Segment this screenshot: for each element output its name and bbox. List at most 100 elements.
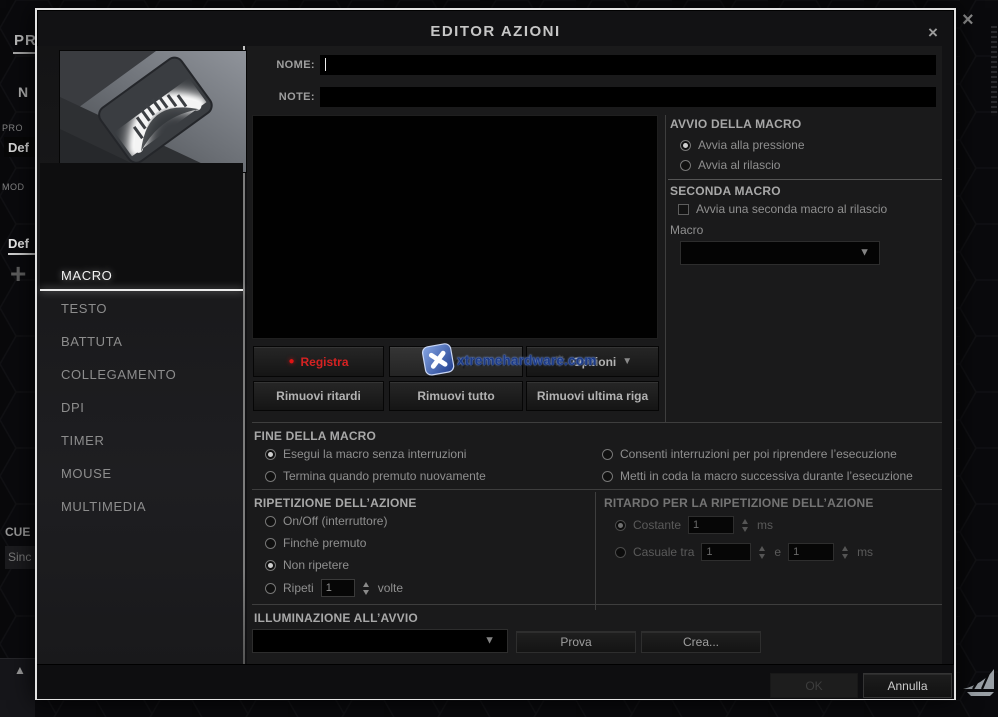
radio-icon bbox=[615, 547, 626, 558]
spinner-down-icon bbox=[363, 590, 369, 595]
chevron-down-icon: ▼ bbox=[859, 248, 870, 259]
app-close-icon[interactable]: × bbox=[962, 10, 974, 30]
radio-label: Consenti interruzioni per poi riprendere… bbox=[620, 447, 897, 461]
sidebar-item-collegamento[interactable]: COLLEGAMENTO bbox=[61, 367, 176, 385]
crea-button[interactable]: Crea... bbox=[641, 631, 761, 653]
registra-button[interactable]: ● Registra bbox=[253, 346, 384, 377]
radio-icon bbox=[602, 449, 613, 460]
edge-texture bbox=[991, 26, 997, 116]
radio-option-esegui-senza-interruzioni[interactable]: Esegui la macro senza interruzioni bbox=[265, 447, 466, 461]
background-mode-label: MOD bbox=[2, 182, 25, 192]
radio-label: Ripeti bbox=[283, 581, 314, 595]
radio-option-avvia-rilascio[interactable]: Avvia al rilascio bbox=[680, 158, 780, 172]
radio-icon bbox=[615, 520, 626, 531]
spinner-up-icon bbox=[842, 546, 848, 551]
background-new-label: N bbox=[18, 84, 28, 100]
radio-option-non-ripetere[interactable]: Non ripetere bbox=[265, 558, 349, 572]
spinner-down-icon bbox=[842, 554, 848, 559]
second-macro-title: SECONDA MACRO bbox=[670, 184, 781, 198]
checkbox-option-second-macro[interactable]: Avvia una seconda macro al rilascio bbox=[678, 202, 887, 216]
spinner-down-icon bbox=[742, 527, 748, 532]
radio-label: Costante bbox=[633, 518, 681, 532]
selected-menu-underline bbox=[40, 289, 243, 291]
radio-icon bbox=[265, 449, 276, 460]
rimuovi-tutto-button[interactable]: Rimuovi tutto bbox=[389, 381, 523, 411]
ms-label: ms bbox=[757, 518, 773, 532]
casuale-max-input: 1 bbox=[788, 543, 834, 561]
sidebar-item-dpi[interactable]: DPI bbox=[61, 400, 84, 418]
radio-icon bbox=[680, 140, 691, 151]
background-mode-value: Def bbox=[8, 236, 29, 251]
section-divider bbox=[252, 422, 942, 423]
spinner-up-icon bbox=[363, 582, 369, 587]
spinner-arrows[interactable] bbox=[362, 581, 371, 596]
background-profile-value: Def bbox=[8, 140, 29, 155]
app-window: PR N PRO Def MOD Def + CUE Sinc ▲ × EDIT… bbox=[0, 0, 998, 717]
rimuovi-ritardi-button[interactable]: Rimuovi ritardi bbox=[253, 381, 384, 411]
sidebar-item-mouse[interactable]: MOUSE bbox=[61, 466, 112, 484]
button-label: Crea... bbox=[683, 635, 719, 649]
radio-option-casuale: Casuale tra 1 e 1 ms bbox=[615, 543, 873, 561]
editor-azioni-dialog: EDITOR AZIONI × NOME: NOTE: bbox=[35, 8, 956, 700]
checkbox-label: Avvia una seconda macro al rilascio bbox=[696, 202, 887, 216]
sidebar-item-timer[interactable]: TIMER bbox=[61, 433, 104, 451]
ripeti-count-input[interactable]: 1 bbox=[321, 579, 355, 597]
e-label: e bbox=[774, 545, 781, 559]
background-profiles-tab[interactable]: PR bbox=[14, 32, 37, 49]
radio-label: Avvia alla pressione bbox=[698, 138, 805, 152]
spinner-arrows bbox=[758, 545, 767, 560]
radio-option-finche-premuto[interactable]: Finchè premuto bbox=[265, 536, 366, 550]
radio-option-consenti-interruzioni[interactable]: Consenti interruzioni per poi riprendere… bbox=[602, 447, 897, 461]
expand-up-arrow-icon[interactable]: ▲ bbox=[14, 663, 26, 677]
background-sync-label: Sinc bbox=[8, 550, 31, 564]
annulla-button[interactable]: Annulla bbox=[863, 673, 952, 698]
macro-start-title: AVVIO DELLA MACRO bbox=[670, 117, 801, 131]
button-label: Registra bbox=[301, 355, 349, 369]
sidebar-item-battuta[interactable]: BATTUTA bbox=[61, 334, 123, 352]
background-profile-label: PRO bbox=[2, 123, 23, 133]
button-label: Prova bbox=[560, 635, 591, 649]
repetition-title: RIPETIZIONE DELL’AZIONE bbox=[254, 496, 417, 510]
dialog-close-icon[interactable]: × bbox=[928, 24, 938, 41]
button-label: OK bbox=[805, 679, 822, 693]
dialog-title: EDITOR AZIONI bbox=[37, 23, 954, 40]
radio-label: Esegui la macro senza interruzioni bbox=[283, 447, 466, 461]
spinner-arrows bbox=[841, 545, 850, 560]
checkbox-icon bbox=[678, 204, 689, 215]
nome-input[interactable] bbox=[320, 55, 936, 75]
radio-option-termina-quando-premuto[interactable]: Termina quando premuto nuovamente bbox=[265, 469, 486, 483]
column-divider bbox=[595, 492, 596, 610]
lighting-dropdown[interactable]: ▼ bbox=[252, 629, 508, 653]
radio-label: On/Off (interruttore) bbox=[283, 514, 387, 528]
radio-option-avvia-pressione[interactable]: Avvia alla pressione bbox=[680, 138, 805, 152]
section-divider bbox=[252, 604, 942, 605]
sidebar-item-multimedia[interactable]: MULTIMEDIA bbox=[61, 499, 146, 517]
sidebar-item-testo[interactable]: TESTO bbox=[61, 301, 107, 319]
second-macro-dropdown[interactable]: ▼ bbox=[680, 241, 880, 265]
radio-label: Non ripetere bbox=[283, 558, 349, 572]
radio-label: Finchè premuto bbox=[283, 536, 366, 550]
spinner-up-icon bbox=[742, 519, 748, 524]
button-label: Rimuovi ultima riga bbox=[537, 389, 648, 403]
spinner-down-icon bbox=[759, 554, 765, 559]
spinner-up-icon bbox=[759, 546, 765, 551]
radio-option-metti-in-coda[interactable]: Metti in coda la macro successiva durant… bbox=[602, 469, 913, 483]
ok-button[interactable]: OK bbox=[770, 673, 858, 698]
costante-ms-input: 1 bbox=[688, 516, 734, 534]
background-add-mode-button[interactable]: + bbox=[10, 258, 26, 290]
rimuovi-ultima-riga-button[interactable]: Rimuovi ultima riga bbox=[526, 381, 659, 411]
radio-icon bbox=[265, 538, 276, 549]
button-label: Rimuovi tutto bbox=[417, 389, 494, 403]
lighting-title: ILLUMINAZIONE ALL’AVVIO bbox=[254, 611, 418, 625]
corsair-logo-icon bbox=[960, 668, 996, 700]
sidebar-item-macro[interactable]: MACRO bbox=[61, 268, 112, 286]
radio-option-ripeti[interactable]: Ripeti 1 volte bbox=[265, 579, 403, 597]
note-input[interactable] bbox=[320, 87, 936, 107]
nome-label: NOME: bbox=[235, 59, 315, 71]
radio-label: Metti in coda la macro successiva durant… bbox=[620, 469, 913, 483]
prova-button[interactable]: Prova bbox=[516, 631, 636, 653]
radio-option-costante: Costante 1 ms bbox=[615, 516, 773, 534]
radio-option-onoff[interactable]: On/Off (interruttore) bbox=[265, 514, 387, 528]
section-divider bbox=[668, 179, 942, 180]
radio-icon bbox=[680, 160, 691, 171]
